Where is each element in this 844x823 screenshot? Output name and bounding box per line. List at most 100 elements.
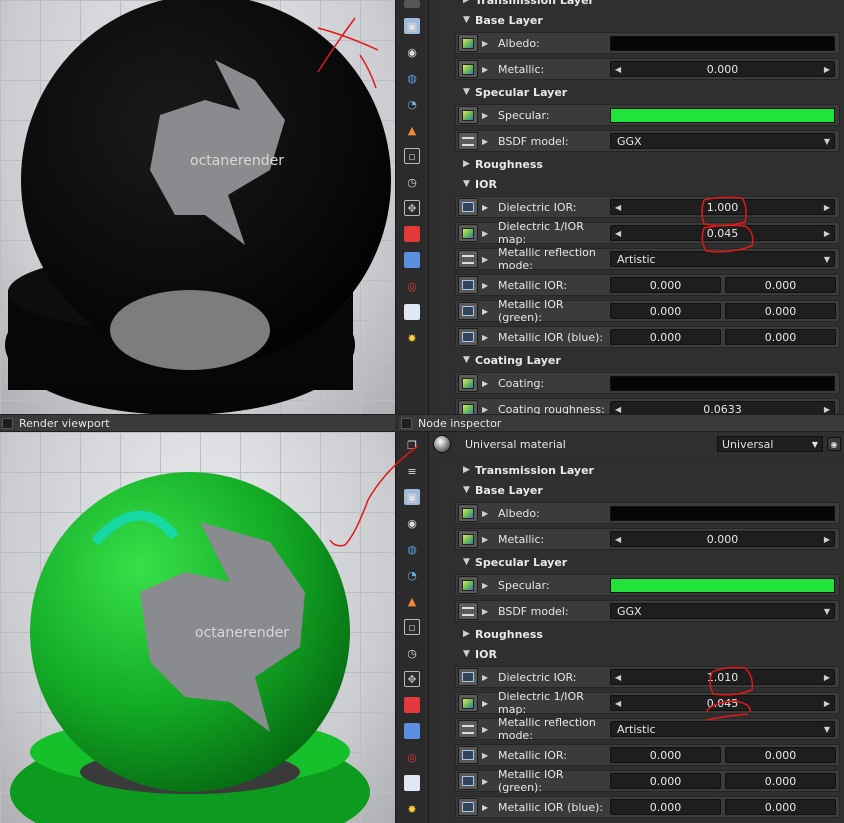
material-preview-icon[interactable] (433, 435, 451, 453)
float-pin-icon[interactable] (458, 328, 478, 346)
coating-color-swatch[interactable] (610, 375, 835, 391)
pane-toggle-icon[interactable] (401, 417, 412, 429)
expand-arrow-icon[interactable]: ▶ (482, 509, 498, 518)
metallic-ior-field-2[interactable]: 0.000 (725, 747, 836, 763)
expand-arrow-icon[interactable]: ▶ (482, 111, 498, 120)
environment-icon[interactable]: ◔ (404, 96, 420, 112)
metallic-ior-blue-field-2[interactable]: 0.000 (725, 799, 836, 815)
section-specular[interactable]: ▼ Specular Layer (437, 82, 844, 102)
render-viewport-bottom[interactable]: octanerender (0, 432, 395, 823)
expand-arrow-icon[interactable]: ▶ (482, 803, 498, 812)
frame-icon[interactable]: ▫ (404, 619, 420, 635)
menu-icon[interactable] (404, 0, 420, 8)
expand-arrow-icon[interactable]: ▶ (482, 255, 498, 264)
geometry-cube-icon[interactable] (404, 226, 420, 242)
texture-pin-icon[interactable] (458, 60, 478, 78)
specular-color-swatch[interactable] (610, 107, 835, 123)
expand-arrow-icon[interactable]: ▶ (482, 673, 498, 682)
texture-pin-icon[interactable] (458, 694, 478, 712)
float-pin-icon[interactable] (458, 276, 478, 294)
specular-color-swatch[interactable] (610, 577, 835, 593)
image-icon[interactable]: ▣ (404, 18, 420, 34)
metallic-ior-green-field-1[interactable]: 0.000 (610, 773, 721, 789)
float-pin-icon[interactable] (458, 798, 478, 816)
texture-pin-icon[interactable] (458, 34, 478, 52)
section-coating[interactable]: ▼ Coating Layer (437, 350, 844, 370)
material-type-dropdown[interactable]: Universal ▼ (717, 436, 823, 452)
metallic-ior-field-1[interactable]: 0.000 (610, 277, 721, 293)
enum-pin-icon[interactable] (458, 720, 478, 738)
float-pin-icon[interactable] (458, 302, 478, 320)
metallic-ior-field-1[interactable]: 0.000 (610, 747, 721, 763)
transform-icon[interactable]: ✥ (404, 671, 420, 687)
expand-arrow-icon[interactable]: ▶ (482, 203, 498, 212)
enum-pin-icon[interactable] (458, 602, 478, 620)
clock-icon[interactable]: ◷ (404, 174, 420, 190)
expand-arrow-icon[interactable]: ▶ (482, 39, 498, 48)
float-pin-icon[interactable] (458, 198, 478, 216)
geometry-cube-icon[interactable] (404, 697, 420, 713)
expand-arrow-icon[interactable]: ▶ (482, 281, 498, 290)
expand-arrow-icon[interactable]: ▶ (482, 777, 498, 786)
light-icon[interactable]: ✸ (404, 330, 420, 346)
expand-arrow-icon[interactable]: ▶ (482, 699, 498, 708)
albedo-color-swatch[interactable] (610, 35, 835, 51)
expand-arrow-icon[interactable]: ▶ (482, 535, 498, 544)
section-roughness[interactable]: ▶ Roughness (437, 154, 844, 174)
camera-icon[interactable]: ◉ (404, 515, 420, 531)
render-viewport-top[interactable]: octanerender (0, 0, 395, 414)
albedo-color-swatch[interactable] (610, 505, 835, 521)
expand-arrow-icon[interactable]: ▶ (482, 405, 498, 414)
section-ior[interactable]: ▼ IOR (437, 174, 844, 194)
float-pin-icon[interactable] (458, 746, 478, 764)
section-ior[interactable]: ▼ IOR (437, 644, 844, 664)
expand-arrow-icon[interactable]: ▶ (482, 333, 498, 342)
picture-icon[interactable] (404, 775, 420, 791)
expand-arrow-icon[interactable]: ▶ (482, 581, 498, 590)
frame-icon[interactable]: ▫ (404, 148, 420, 164)
metallic-ior-blue-field-1[interactable]: 0.000 (610, 799, 721, 815)
texture-pin-icon[interactable] (458, 374, 478, 392)
enum-pin-icon[interactable] (458, 132, 478, 150)
expand-arrow-icon[interactable]: ▶ (482, 725, 498, 734)
material-icon[interactable]: ▲ (404, 593, 420, 609)
picture-icon[interactable] (404, 304, 420, 320)
float-pin-icon[interactable] (458, 772, 478, 790)
texture-pin-icon[interactable] (458, 400, 478, 414)
texture-pin-icon[interactable] (458, 530, 478, 548)
list-icon[interactable]: ≡ (404, 463, 420, 479)
expand-arrow-icon[interactable]: ▶ (482, 379, 498, 388)
metallic-slider[interactable]: ◀ 0.000 ▶ (610, 61, 835, 77)
metallic-ior-field-2[interactable]: 0.000 (725, 277, 836, 293)
section-specular[interactable]: ▼ Specular Layer (437, 552, 844, 572)
texture-pin-icon[interactable] (458, 224, 478, 242)
database-icon[interactable]: ◍ (404, 70, 420, 86)
database-icon[interactable]: ◍ (404, 541, 420, 557)
layers-icon[interactable] (404, 723, 420, 739)
coating-partial-slider[interactable]: ◀ 0.0633 ▶ (610, 401, 835, 414)
environment-icon[interactable]: ◔ (404, 567, 420, 583)
sphere-icon[interactable]: ◎ (404, 278, 420, 294)
expand-arrow-icon[interactable]: ▶ (482, 65, 498, 74)
clock-icon[interactable]: ◷ (404, 645, 420, 661)
expand-arrow-icon[interactable]: ▶ (482, 751, 498, 760)
enum-pin-icon[interactable] (458, 250, 478, 268)
metallic-mode-dropdown[interactable]: Artistic ▼ (610, 721, 835, 737)
metallic-ior-blue-field-1[interactable]: 0.000 (610, 329, 721, 345)
metallic-slider[interactable]: ◀ 0.000 ▶ (610, 531, 835, 547)
metallic-ior-green-field-2[interactable]: 0.000 (725, 303, 836, 319)
section-roughness[interactable]: ▶ Roughness (437, 624, 844, 644)
eye-icon[interactable]: ◉ (827, 437, 841, 451)
material-icon[interactable]: ▲ (404, 122, 420, 138)
dielectric-map-slider[interactable]: ◀ 0.045 ▶ (610, 225, 835, 241)
bsdf-dropdown[interactable]: GGX ▼ (610, 133, 835, 149)
metallic-ior-green-field-2[interactable]: 0.000 (725, 773, 836, 789)
transform-icon[interactable]: ✥ (404, 200, 420, 216)
light-icon[interactable]: ✸ (404, 801, 420, 817)
windows-icon[interactable]: ❐ (404, 437, 420, 453)
layers-icon[interactable] (404, 252, 420, 268)
section-base[interactable]: ▼ Base Layer (437, 10, 844, 30)
dielectric-map-slider[interactable]: ◀ 0.045 ▶ (610, 695, 835, 711)
dielectric-ior-slider[interactable]: ◀ 1.010 ▶ (610, 669, 835, 685)
image-icon[interactable]: ▣ (404, 489, 420, 505)
